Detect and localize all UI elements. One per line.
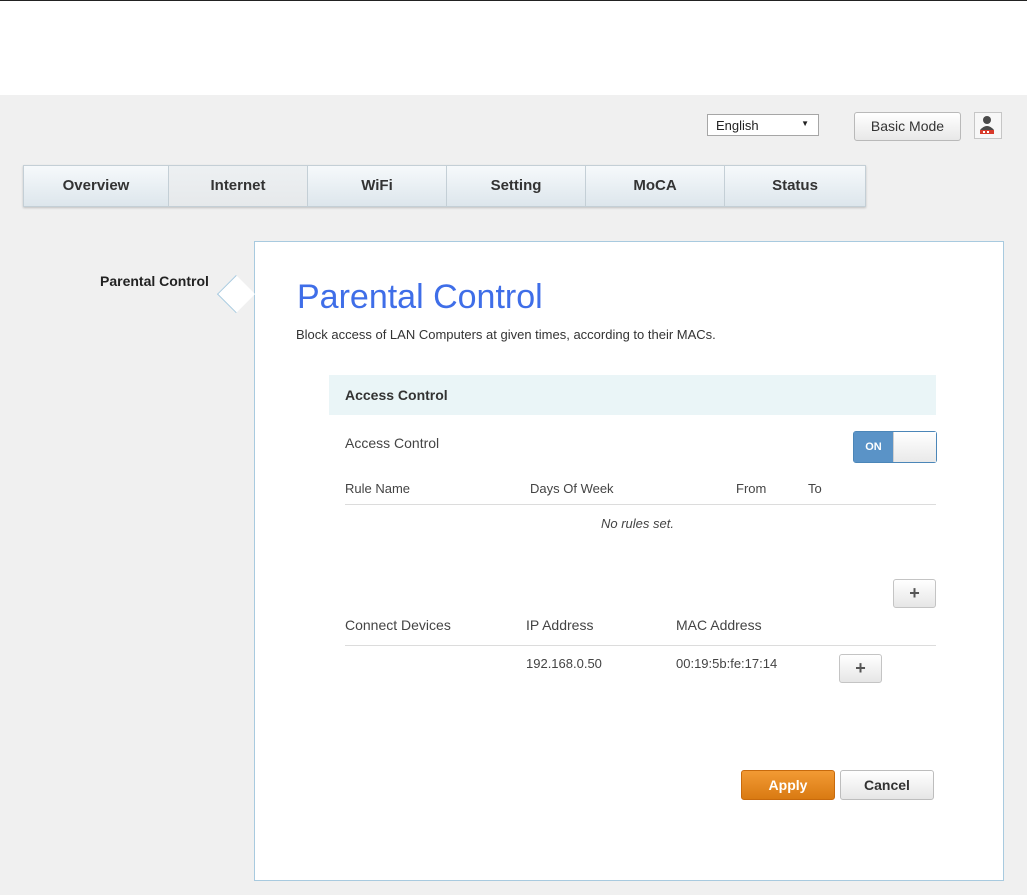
tab-moca[interactable]: MoCA [586,166,725,206]
language-select[interactable]: English ▼ [707,114,819,136]
access-control-toggle[interactable]: ON [853,431,937,463]
panel-pointer [216,275,256,314]
tab-internet[interactable]: Internet [169,166,308,206]
add-rule-button[interactable]: + [893,579,936,608]
toggle-on-label: ON [854,432,893,462]
col-from: From [736,481,767,496]
content-panel: Parental Control Block access of LAN Com… [254,241,1004,881]
router-admin-app: English ▼ Basic Mode Overview Internet W… [0,95,1027,895]
col-days-of-week: Days Of Week [530,481,614,496]
col-mac-address: MAC Address [676,617,762,633]
col-rule-name: Rule Name [345,481,411,496]
user-button[interactable] [974,112,1002,139]
tab-setting[interactable]: Setting [447,166,586,206]
col-connect-devices: Connect Devices [345,617,451,633]
tab-status[interactable]: Status [725,166,865,206]
section-header: Access Control [329,375,936,415]
main-nav-tabs: Overview Internet WiFi Setting MoCA Stat… [23,165,866,207]
plus-icon: + [909,583,920,603]
language-select-value: English [716,118,759,133]
access-control-label: Access Control [345,435,440,451]
tab-wifi[interactable]: WiFi [308,166,447,206]
cancel-button[interactable]: Cancel [840,770,934,800]
basic-mode-button[interactable]: Basic Mode [854,112,961,141]
top-border [0,0,1027,1]
device-mac: 00:19:5b:fe:17:14 [676,656,778,671]
col-to: To [808,481,822,496]
devices-table-divider [345,645,936,646]
col-ip-address: IP Address [526,617,594,633]
chevron-down-icon: ▼ [801,119,809,128]
sidebar-item-parental-control[interactable]: Parental Control [100,273,209,289]
rules-empty-message: No rules set. [601,516,674,531]
page-title: Parental Control [297,278,543,316]
page-subtitle: Block access of LAN Computers at given t… [296,327,716,342]
plus-icon: + [855,658,866,678]
apply-button[interactable]: Apply [741,770,835,800]
device-ip: 192.168.0.50 [526,656,602,671]
toggle-knob[interactable] [893,432,936,462]
rules-table-divider [345,504,936,505]
add-device-button[interactable]: + [839,654,882,683]
user-lock-icon [980,116,994,134]
tab-overview[interactable]: Overview [24,166,169,206]
